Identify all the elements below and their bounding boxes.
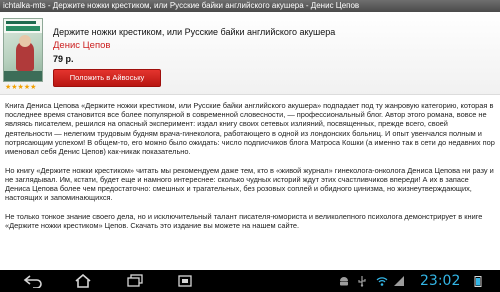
window-title-bar: ichtalka-mts - Держите ножки крестиком, … xyxy=(0,0,500,12)
book-title: Держите ножки крестиком, или Русские бай… xyxy=(53,27,336,37)
system-navigation-bar: 23:02 xyxy=(0,270,500,292)
description-paragraph: Но книгу «Держите ножки крестиком» читат… xyxy=(5,165,494,203)
cover-title-strip xyxy=(6,26,40,31)
add-to-cart-button[interactable]: Положить в Айвоськy xyxy=(53,69,161,87)
book-header: ★★★★★ Держите ножки крестиком, или Русск… xyxy=(0,12,500,95)
home-icon[interactable] xyxy=(72,274,94,288)
screenshot-icon[interactable] xyxy=(174,274,196,288)
battery-icon xyxy=(472,275,484,287)
back-icon[interactable] xyxy=(22,274,44,288)
android-icon xyxy=(338,275,350,287)
wifi-icon xyxy=(376,275,388,287)
book-author-link[interactable]: Денис Цепов xyxy=(53,40,110,51)
status-clock: 23:02 xyxy=(420,273,461,289)
rating-stars: ★★★★★ xyxy=(5,84,37,91)
book-description: Книга Дениса Цепова «Держите ножки крест… xyxy=(5,101,495,240)
book-price: 79 р. xyxy=(53,54,74,64)
cover-figure-head xyxy=(19,35,31,47)
usb-icon xyxy=(356,275,368,287)
description-paragraph: Не только тонкое знание своего дела, но … xyxy=(5,212,483,231)
window-title: ichtalka-mts - Держите ножки крестиком, … xyxy=(3,1,360,10)
book-cover-image[interactable] xyxy=(3,18,43,82)
description-paragraph: Книга Дениса Цепова «Держите ножки крест… xyxy=(5,101,495,157)
cover-bottom-band xyxy=(4,71,42,81)
signal-icon xyxy=(393,275,405,287)
recent-apps-icon[interactable] xyxy=(124,274,146,288)
cover-author-strip xyxy=(6,21,36,24)
